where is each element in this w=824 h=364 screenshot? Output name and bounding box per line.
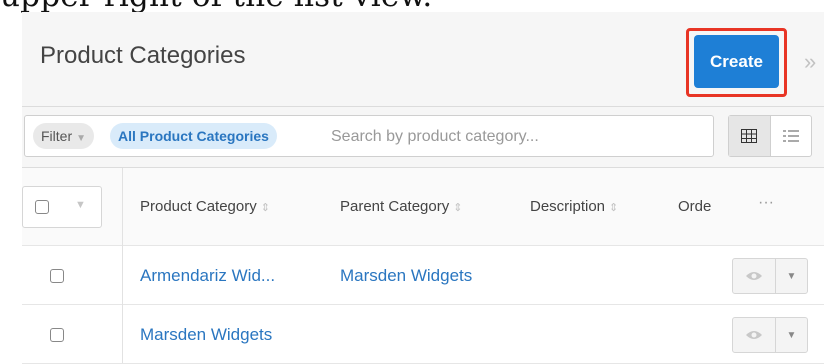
select-all-dropdown[interactable]: ▼: [22, 186, 102, 228]
column-header-description[interactable]: Description ⇕: [530, 198, 618, 215]
sort-icon: ⇕: [260, 202, 270, 214]
view-toggle: [728, 115, 812, 157]
row-checkbox[interactable]: [50, 269, 64, 283]
search-box: Filter ▼ All Product Categories: [24, 115, 714, 157]
grid-view-icon[interactable]: [729, 116, 771, 156]
preview-eye-icon[interactable]: [733, 259, 776, 293]
table-header-row: ▼ Product Category ⇕ Parent Category ⇕ Des…: [22, 168, 824, 246]
column-header-product-category[interactable]: Product Category ⇕: [140, 198, 270, 215]
column-actions-menu[interactable]: ···: [758, 194, 774, 212]
select-all-checkbox[interactable]: [35, 200, 49, 214]
column-label: Description: [530, 198, 606, 215]
search-input[interactable]: [329, 121, 703, 153]
sort-icon: ⇕: [609, 202, 619, 214]
row-checkbox[interactable]: [50, 328, 64, 342]
column-divider: [122, 168, 123, 363]
chevron-down-icon[interactable]: ▼: [75, 199, 86, 211]
chevron-down-icon[interactable]: ▼: [776, 318, 807, 352]
list-view-panel: Product Categories Create » Filter ▼ All …: [22, 12, 824, 364]
list-table: ▼ Product Category ⇕ Parent Category ⇕ Des…: [22, 168, 824, 364]
column-label: Product Category: [140, 198, 257, 215]
double-chevron-right-icon[interactable]: »: [804, 49, 816, 75]
column-header-parent-category[interactable]: Parent Category ⇕: [340, 198, 462, 215]
table-row: Marsden Widgets ▼: [22, 305, 824, 364]
sort-icon: ⇕: [453, 202, 463, 214]
create-button[interactable]: Create: [694, 35, 779, 88]
row-actions: ▼: [732, 258, 808, 294]
filter-label: Filter: [41, 128, 73, 144]
column-label: Parent Category: [340, 198, 450, 215]
preview-eye-icon[interactable]: [733, 318, 776, 352]
chevron-down-icon[interactable]: ▼: [776, 259, 807, 293]
filter-bar: Filter ▼ All Product Categories: [22, 107, 824, 168]
column-header-order[interactable]: Orde: [678, 198, 711, 215]
table-row: Armendariz Wid... Marsden Widgets ▼: [22, 246, 824, 305]
filter-tag[interactable]: All Product Categories: [110, 123, 277, 149]
product-category-link[interactable]: Marsden Widgets: [140, 325, 272, 345]
product-category-link[interactable]: Armendariz Wid...: [140, 266, 275, 286]
list-view-icon[interactable]: [771, 116, 812, 156]
filter-dropdown[interactable]: Filter ▼: [33, 123, 95, 149]
chevron-down-icon: ▼: [76, 133, 87, 144]
page-title: Product Categories: [40, 42, 246, 69]
row-actions: ▼: [732, 317, 808, 353]
list-header: Product Categories Create »: [22, 12, 824, 107]
parent-category-link[interactable]: Marsden Widgets: [340, 266, 472, 286]
